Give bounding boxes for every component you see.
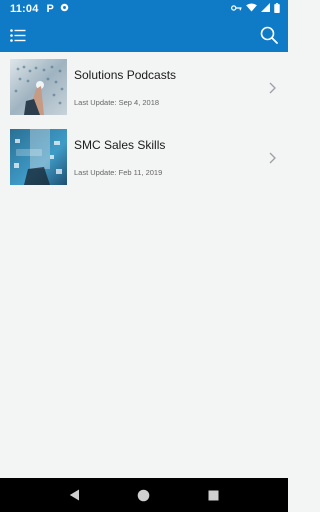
item-date: Last Update: Sep 4, 2018	[74, 98, 160, 107]
back-icon[interactable]	[69, 489, 80, 501]
chevron-right-icon	[269, 151, 276, 169]
battery-icon	[274, 2, 280, 16]
list-menu-icon[interactable]	[10, 28, 26, 42]
status-bar: 11:04 P	[0, 0, 288, 18]
settings-notification-icon	[60, 3, 69, 15]
item-title: Solutions Podcasts	[74, 68, 177, 82]
channel-list: Solutions Podcasts Last Update: Sep 4, 2…	[0, 52, 288, 192]
wifi-icon	[246, 3, 257, 15]
home-icon[interactable]	[137, 489, 150, 502]
p-notification-icon: P	[46, 3, 54, 15]
item-title: SMC Sales Skills	[74, 138, 166, 152]
recents-icon[interactable]	[208, 490, 219, 501]
status-time: 11:04	[10, 3, 39, 15]
chevron-right-icon	[269, 81, 276, 99]
screen: 11:04 P Solutions Podcasts Last Update: …	[0, 0, 288, 512]
signal-icon	[261, 3, 270, 15]
thumbnail-image	[10, 59, 67, 115]
thumbnail-image	[10, 129, 67, 185]
key-icon	[231, 3, 242, 15]
app-bar	[0, 18, 288, 52]
list-item[interactable]: SMC Sales Skills Last Update: Feb 11, 20…	[0, 122, 288, 192]
list-item[interactable]: Solutions Podcasts Last Update: Sep 4, 2…	[0, 52, 288, 122]
system-nav-bar	[0, 478, 288, 512]
item-date: Last Update: Feb 11, 2019	[74, 168, 163, 177]
search-icon[interactable]	[260, 26, 278, 44]
